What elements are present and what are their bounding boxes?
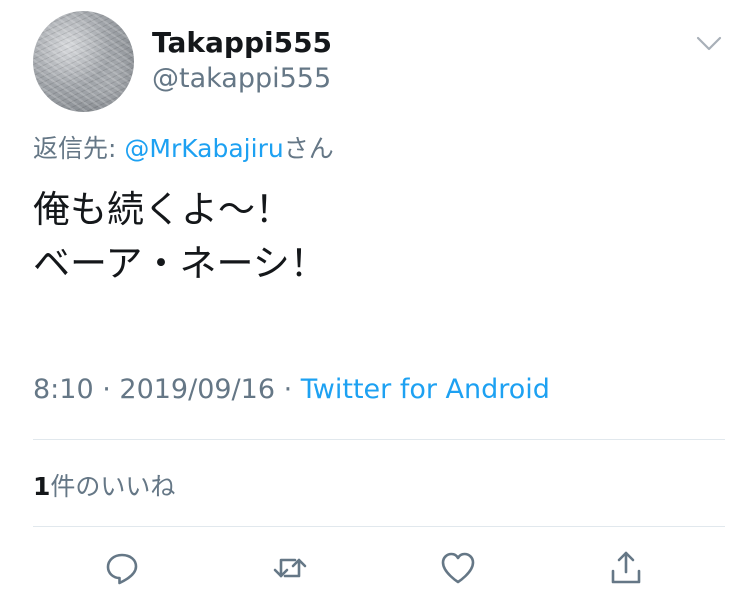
tweet-source-link[interactable]: Twitter for Android	[301, 374, 550, 405]
tweet-line-2: ベーア・ネーシ！	[33, 242, 327, 285]
tweet-meta: 8:10 · 2019/09/16 · Twitter for Android	[33, 374, 550, 405]
reply-to: 返信先: @MrKabajiruさん	[33, 129, 334, 165]
reply-to-suffix: さん	[283, 134, 334, 163]
reply-to-prefix: 返信先:	[33, 134, 125, 163]
chevron-down-icon[interactable]	[696, 34, 722, 54]
reply-button[interactable]	[100, 546, 144, 590]
likes-number: 1	[33, 472, 51, 501]
user-handle[interactable]: @takappi555	[152, 63, 331, 94]
reply-icon	[106, 553, 138, 585]
divider	[33, 526, 725, 527]
tweet-text: 俺も続くよ〜！ ベーア・ネーシ！	[33, 183, 327, 291]
likes-label: 件のいいね	[50, 472, 176, 501]
avatar[interactable]	[33, 11, 134, 112]
divider	[33, 439, 725, 440]
share-icon	[611, 551, 641, 584]
like-button[interactable]	[436, 546, 480, 590]
share-button[interactable]	[604, 546, 648, 590]
meta-separator: ·	[275, 374, 301, 405]
reply-mention-link[interactable]: @MrKabajiru	[124, 134, 283, 163]
retweet-icon	[273, 558, 307, 578]
heart-icon	[441, 552, 475, 584]
tweet-time: 8:10	[33, 374, 94, 405]
retweet-button[interactable]	[268, 546, 312, 590]
tweet-line-1: 俺も続くよ〜！	[33, 188, 292, 231]
display-name[interactable]: Takappi555	[152, 26, 332, 59]
meta-separator: ·	[93, 374, 120, 405]
tweet-date: 2019/09/16	[119, 374, 276, 405]
likes-count[interactable]: 1件のいいね	[33, 467, 175, 503]
